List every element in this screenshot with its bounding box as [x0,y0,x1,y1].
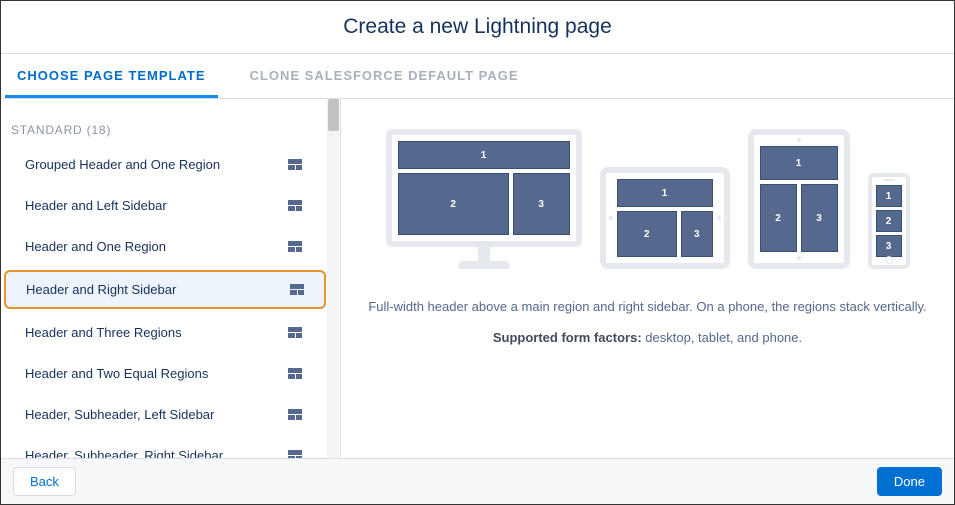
content-area: STANDARD (18) Grouped Header and One Reg… [1,99,954,458]
modal-footer: Back Done [1,458,954,504]
form-factors-line: Supported form factors: desktop, tablet,… [493,330,802,345]
template-label: Header and Two Equal Regions [25,366,208,381]
layout-icon [288,409,302,421]
template-preview-pane: 1 2 3 1 2 3 1 2 [341,99,954,458]
done-button[interactable]: Done [877,467,942,496]
template-label: Header and Right Sidebar [26,282,176,297]
template-item-header-two-equal-regions[interactable]: Header and Two Equal Regions [1,356,326,391]
template-label: Header, Subheader, Right Sidebar [25,448,223,458]
layout-icon [290,284,304,296]
template-item-header-three-regions[interactable]: Header and Three Regions [1,315,326,350]
region-2: 2 [876,210,902,232]
page-title: Create a new Lightning page [1,15,954,39]
layout-icon [288,450,302,459]
template-label: Header and One Region [25,239,166,254]
tab-clone-default[interactable]: CLONE SALESFORCE DEFAULT PAGE [238,54,531,98]
region-1: 1 [760,146,838,180]
template-item-header-subheader-left-sidebar[interactable]: Header, Subheader, Left Sidebar [1,397,326,432]
scrollbar-track[interactable] [327,99,339,458]
back-button[interactable]: Back [13,467,76,496]
tab-choose-template[interactable]: CHOOSE PAGE TEMPLATE [5,54,218,98]
template-description: Full-width header above a main region an… [368,299,926,314]
template-item-header-subheader-right-sidebar[interactable]: Header, Subheader, Right Sidebar [1,438,326,458]
region-3: 3 [681,211,712,257]
region-2: 2 [760,184,797,252]
tab-bar: CHOOSE PAGE TEMPLATE CLONE SALESFORCE DE… [1,54,954,99]
device-tablet-portrait: 1 2 3 [748,129,850,269]
device-phone: 1 2 3 [868,173,910,269]
region-3: 3 [801,184,838,252]
region-1: 1 [617,179,713,207]
template-list-sidebar: STANDARD (18) Grouped Header and One Reg… [1,99,341,458]
region-1: 1 [876,185,902,207]
form-factors-value: desktop, tablet, and phone. [645,330,802,345]
form-factors-label: Supported form factors: [493,330,642,345]
layout-icon [288,200,302,212]
template-label: Header and Left Sidebar [25,198,167,213]
region-3: 3 [513,173,570,235]
device-previews: 1 2 3 1 2 3 1 2 [386,129,910,269]
region-2: 2 [398,173,509,235]
region-2: 2 [617,211,678,257]
layout-icon [288,241,302,253]
template-item-header-left-sidebar[interactable]: Header and Left Sidebar [1,188,326,223]
template-label: Grouped Header and One Region [25,157,220,172]
template-item-header-one-region[interactable]: Header and One Region [1,229,326,264]
template-label: Header, Subheader, Left Sidebar [25,407,214,422]
section-header-standard: STANDARD (18) [1,105,340,147]
layout-icon [288,327,302,339]
scrollbar-thumb[interactable] [328,99,339,131]
device-desktop: 1 2 3 [386,129,582,269]
modal-header: Create a new Lightning page [1,1,954,54]
region-1: 1 [398,141,570,169]
template-item-header-right-sidebar[interactable]: Header and Right Sidebar [4,270,326,309]
template-label: Header and Three Regions [25,325,182,340]
layout-icon [288,368,302,380]
template-item-grouped-header-one-region[interactable]: Grouped Header and One Region [1,147,326,182]
layout-icon [288,159,302,171]
region-3: 3 [876,235,902,257]
device-tablet-landscape: 1 2 3 [600,167,730,269]
